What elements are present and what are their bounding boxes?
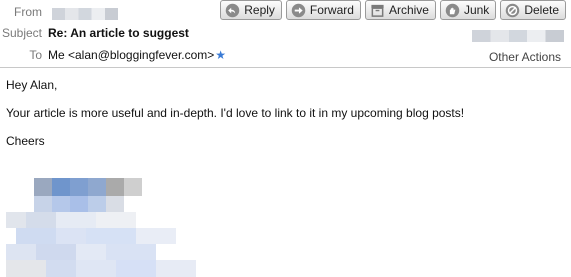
from-label: From [14, 5, 42, 19]
forward-label: Forward [309, 3, 354, 17]
to-address[interactable]: Me <alan@bloggingfever.com>★ [48, 48, 226, 62]
from-row: From [0, 5, 200, 23]
junk-button[interactable]: Junk [439, 0, 497, 20]
from-redacted [52, 8, 118, 20]
archive-icon [371, 4, 384, 17]
forward-button[interactable]: Forward [285, 0, 361, 20]
junk-label: Junk [463, 3, 490, 17]
forward-icon [291, 3, 306, 17]
closing: Cheers [6, 134, 45, 148]
reply-label: Reply [244, 3, 275, 17]
archive-button[interactable]: Archive [364, 0, 436, 20]
junk-icon [445, 3, 460, 17]
delete-label: Delete [524, 3, 559, 17]
reply-button[interactable]: Reply [220, 0, 282, 20]
header-divider [0, 67, 571, 68]
message-header: From Subject Re: An article to suggest T… [0, 0, 571, 66]
subject-text: Re: An article to suggest [48, 26, 189, 40]
message-body: Hey Alan, Your article is more useful an… [6, 78, 566, 148]
subject-label: Subject [1, 26, 42, 40]
to-label: To [29, 48, 42, 62]
star-icon[interactable]: ★ [215, 48, 226, 62]
greeting: Hey Alan, [6, 78, 58, 92]
reply-icon [225, 3, 240, 17]
date-redacted [472, 30, 564, 42]
archive-label: Archive [388, 3, 429, 17]
subject-row: Subject Re: An article to suggest [0, 26, 300, 44]
delete-button[interactable]: Delete [500, 0, 566, 20]
to-row: To Me <alan@bloggingfever.com>★ [0, 48, 260, 66]
to-value[interactable]: Me <alan@bloggingfever.com> [48, 48, 214, 62]
toolbar: Reply Forward Archive Junk Delete [220, 0, 566, 20]
delete-icon [506, 3, 520, 17]
body-text: Your article is more useful and in-depth… [6, 106, 465, 120]
other-actions-link[interactable]: Other Actions [489, 50, 561, 64]
